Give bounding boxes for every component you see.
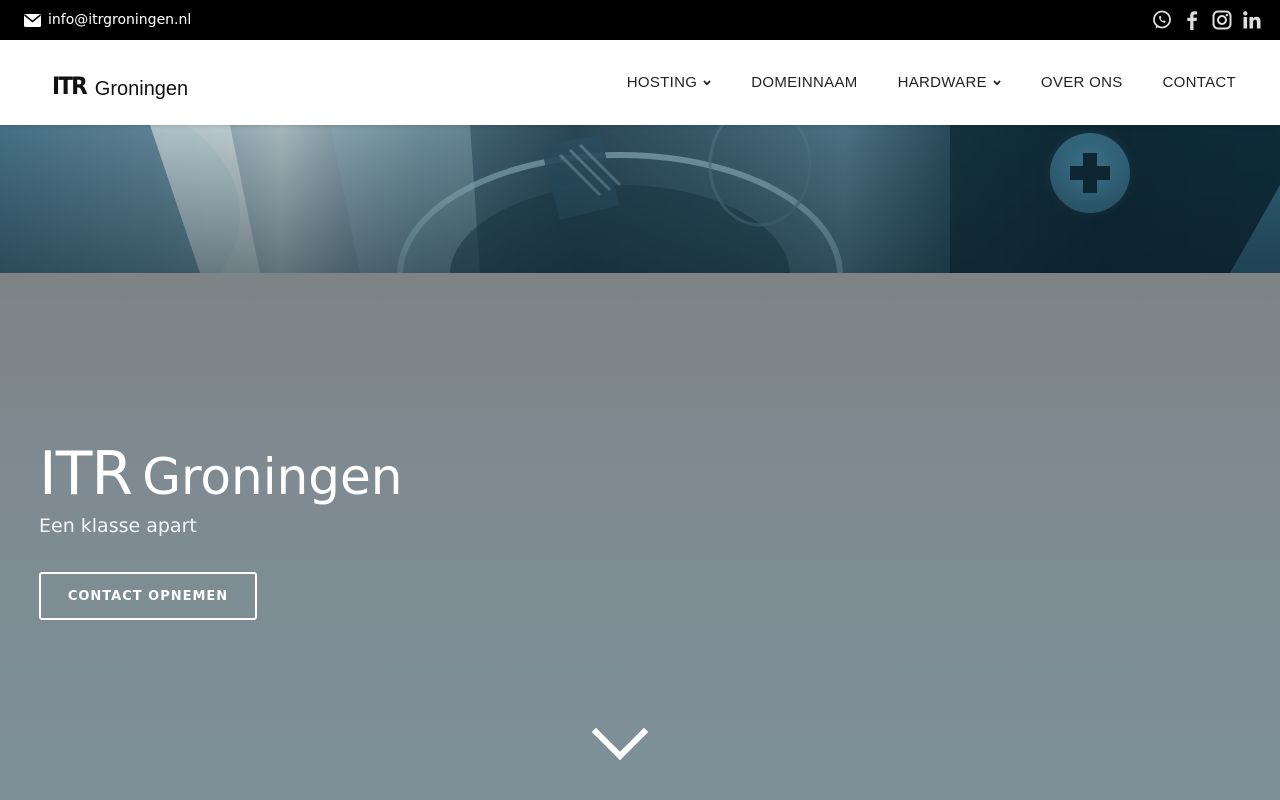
nav-item-label: HARDWARE xyxy=(897,74,987,91)
envelope-icon xyxy=(24,13,41,27)
nav-item-domeinnaam[interactable]: DOMEINNAAM xyxy=(751,74,857,91)
logo-word: Groningen xyxy=(94,78,189,100)
nav-item-over-ons[interactable]: OVER ONS xyxy=(1041,74,1123,91)
main-nav: HOSTING DOMEINNAAM HARDWARE OVER ONS CON… xyxy=(627,40,1236,125)
email-text: info@itrgroningen.nl xyxy=(48,12,192,28)
chevron-down-icon xyxy=(703,79,711,86)
hero-title-groningen: Groningen xyxy=(142,448,403,506)
hero-subtitle: Een klasse apart xyxy=(39,515,197,537)
email-link[interactable]: info@itrgroningen.nl xyxy=(24,0,191,40)
nav-item-hosting[interactable]: HOSTING xyxy=(627,74,711,91)
chevron-down-icon[interactable] xyxy=(592,728,648,762)
top-bar: info@itrgroningen.nl xyxy=(0,0,1280,40)
linkedin-icon xyxy=(1243,11,1261,29)
nav-item-contact[interactable]: CONTACT xyxy=(1163,74,1236,91)
whatsapp-link[interactable] xyxy=(1152,9,1172,31)
hero-title-itr: ITR xyxy=(39,439,133,509)
nav-item-label: HOSTING xyxy=(626,74,698,91)
site-logo[interactable]: ITR Groningen xyxy=(52,68,189,100)
contact-opnemen-button[interactable]: CONTACT OPNEMEN xyxy=(39,572,257,620)
nav-item-label: OVER ONS xyxy=(1040,74,1123,91)
instagram-icon xyxy=(1212,10,1232,30)
facebook-icon xyxy=(1187,11,1198,30)
whatsapp-icon xyxy=(1153,10,1171,29)
social-links xyxy=(1152,0,1262,40)
hardware-banner-image xyxy=(0,125,1280,273)
chevron-down-icon xyxy=(993,79,1001,86)
instagram-link[interactable] xyxy=(1212,9,1232,31)
nav-item-label: CONTACT xyxy=(1162,74,1236,91)
hero-section: ITR Groningen Een klasse apart CONTACT O… xyxy=(0,273,1280,800)
linkedin-link[interactable] xyxy=(1242,9,1262,31)
hero-title: ITR Groningen xyxy=(39,439,402,518)
nav-item-hardware[interactable]: HARDWARE xyxy=(898,74,1001,91)
banner-photo xyxy=(0,125,1280,273)
facebook-link[interactable] xyxy=(1182,9,1202,31)
site-header: ITR Groningen HOSTING DOMEINNAAM HARDWAR… xyxy=(0,40,1280,125)
nav-item-label: DOMEINNAAM xyxy=(751,74,858,91)
logo-mark: ITR xyxy=(52,72,88,100)
